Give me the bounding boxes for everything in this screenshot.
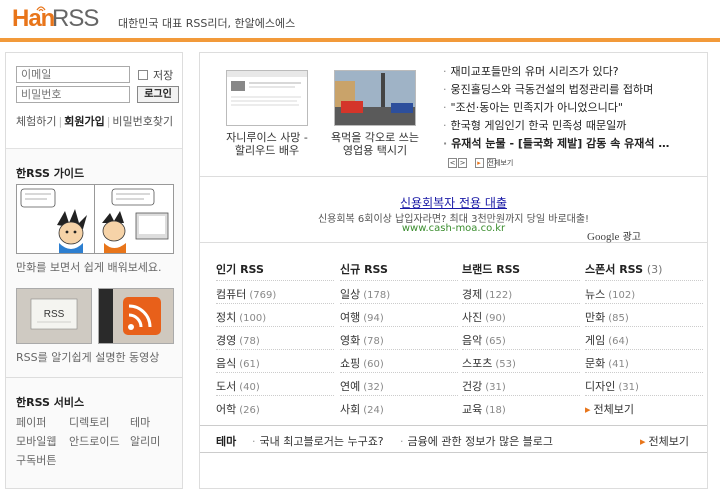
guide-title: 한RSS 가이드 [16, 167, 85, 180]
theme-label: 테마 [216, 435, 237, 448]
news-pager: < > ▸ 전체보기 [448, 155, 513, 168]
find-password-link[interactable]: 비밀번호찾기 [112, 115, 173, 128]
logo-han: Han [12, 5, 55, 32]
featured-thumb-2[interactable] [334, 70, 416, 126]
category-row[interactable]: 영화 (78) [340, 326, 458, 349]
category-row[interactable]: 문화 (41) [585, 349, 703, 372]
category-row[interactable]: 스포츠 (53) [462, 349, 580, 372]
service-subscribe-button[interactable]: 구독버튼 [16, 452, 56, 468]
category-row[interactable]: 뉴스 (102) [585, 280, 703, 303]
category-row[interactable]: 디자인 (31) [585, 372, 703, 395]
category-row[interactable]: 게임 (64) [585, 326, 703, 349]
column-title-sponsor[interactable]: 스폰서 RSS (3) [585, 261, 662, 277]
category-row[interactable]: 도서 (40) [216, 372, 334, 395]
main-content: 자니루이스 사망 - 할리우드 배우 욕먹을 각오로 쓰는 영업용 택시기 · 재… [199, 52, 708, 489]
guide-comic[interactable] [16, 184, 174, 254]
column-title-popular[interactable]: 인기 RSS [216, 261, 264, 277]
video-caption[interactable]: RSS를 알기쉽게 설명한 동영상 [16, 349, 159, 365]
category-row[interactable]: 사회 (24) [340, 395, 458, 418]
theme-item[interactable]: · 금융에 관한 정보가 많은 블로그 [400, 433, 553, 449]
login-box: 저장 로그인 체험하기|회원가입|비밀번호찾기 [6, 53, 182, 149]
news-item[interactable]: · 웅진홀딩스와 극동건설의 법정관리를 접하며 [443, 81, 653, 97]
pager-next-button[interactable]: > [458, 158, 467, 168]
article-screenshot-image [227, 71, 307, 125]
comic-panel-1 [17, 185, 95, 253]
remember-label: 저장 [153, 69, 174, 82]
trial-link[interactable]: 체험하기 [16, 115, 56, 128]
category-row[interactable]: 여행 (94) [340, 303, 458, 326]
rss-sign-image: RSS [17, 289, 91, 343]
svg-text:RSS: RSS [44, 309, 65, 320]
category-row[interactable]: 일상 (178) [340, 280, 458, 303]
sponsored-ad[interactable]: 신용회복자 전용 대출 신용회복 6회이상 납입자라면? 최대 3천만원까지 당… [200, 176, 707, 243]
pager-prev-button[interactable]: < [448, 158, 457, 168]
news-item[interactable]: · 한국형 게임인기 한국 민족성 때문일까 [443, 117, 626, 133]
logo-rss: RSS [52, 5, 99, 32]
services-title: 한RSS 서비스 [16, 396, 85, 409]
category-more-link[interactable]: ▸ 전체보기 [585, 395, 703, 418]
street-photo-image [335, 71, 415, 125]
header-accent-bar [0, 38, 720, 42]
ad-title[interactable]: 신용회복자 전용 대출 [200, 194, 707, 211]
chevron-right-icon: ▸ [474, 158, 484, 168]
category-row[interactable]: 경제 (122) [462, 280, 580, 303]
category-row[interactable]: 만화 (85) [585, 303, 703, 326]
password-field[interactable] [16, 86, 130, 103]
column-title-brand[interactable]: 브랜드 RSS [462, 261, 520, 277]
google-ad-mark: Google 광고 [587, 231, 641, 243]
video-thumb-2[interactable] [98, 288, 174, 344]
comic-character-icon [20, 188, 87, 253]
featured-caption-1[interactable]: 자니루이스 사망 - 할리우드 배우 [222, 131, 312, 157]
featured-caption-2[interactable]: 욕먹을 각오로 쓰는 영업용 택시기 [330, 131, 420, 157]
news-more-link[interactable]: ▸ 전체보기 [474, 155, 513, 168]
rss-wave-icon [36, 6, 46, 12]
theme-bar: 테마 · 국내 최고블로거는 누구죠? · 금융에 관한 정보가 많은 블로그 ▸ 전… [200, 425, 707, 453]
email-field[interactable] [16, 66, 130, 83]
category-row[interactable]: 교육 (18) [462, 395, 580, 418]
category-row[interactable]: 사진 (90) [462, 303, 580, 326]
category-row[interactable]: 건강 (31) [462, 372, 580, 395]
service-directory[interactable]: 디렉토리 [69, 414, 109, 430]
theme-item[interactable]: · 국내 최고블로거는 누구죠? [252, 433, 384, 449]
remember-checkbox[interactable] [138, 70, 148, 80]
header: Han RSS 대한민국 대표 RSS리더, 한알에스에스 [0, 0, 720, 44]
news-item[interactable]: · 유재석 눈물 - [들국화 제발] 감동 속 유재석 … [443, 135, 669, 151]
comic-caption[interactable]: 만화를 보면서 쉽게 배워보세요. [16, 259, 162, 275]
video-thumb-1[interactable]: RSS [16, 288, 92, 344]
divider [6, 377, 182, 378]
login-button[interactable]: 로그인 [137, 86, 179, 103]
comic-computer-icon [102, 188, 169, 253]
category-row[interactable]: 정치 (100) [216, 303, 334, 326]
comic-panel-2 [96, 185, 173, 253]
tagline: 대한민국 대표 RSS리더, 한알에스에스 [118, 17, 296, 30]
service-android[interactable]: 안드로이드 [69, 433, 120, 449]
rss-feed-icon [99, 289, 173, 343]
category-row[interactable]: 음식 (61) [216, 349, 334, 372]
service-paper[interactable]: 페이퍼 [16, 414, 46, 430]
news-item[interactable]: · "조선·동아는 민족지가 아니었으니다" [443, 99, 623, 115]
service-mobile[interactable]: 모바일웹 [16, 433, 56, 449]
category-row[interactable]: 쇼핑 (60) [340, 349, 458, 372]
category-row[interactable]: 경영 (78) [216, 326, 334, 349]
service-theme[interactable]: 테마 [130, 414, 150, 430]
category-row[interactable]: 음악 (65) [462, 326, 580, 349]
chevron-right-icon: ▸ [585, 403, 591, 416]
service-notifier[interactable]: 알리미 [130, 433, 160, 449]
column-title-new[interactable]: 신규 RSS [340, 261, 388, 277]
category-row[interactable]: 어학 (26) [216, 395, 334, 418]
signup-link[interactable]: 회원가입 [64, 115, 104, 128]
news-item[interactable]: · 재미교포들만의 유머 시리즈가 있다? [443, 63, 619, 79]
category-row[interactable]: 컴퓨터 (769) [216, 280, 334, 303]
chevron-right-icon: ▸ [640, 435, 646, 448]
left-sidebar: 저장 로그인 체험하기|회원가입|비밀번호찾기 한RSS 가이드 [5, 52, 183, 489]
category-row[interactable]: 연예 (32) [340, 372, 458, 395]
featured-thumb-1[interactable] [226, 70, 308, 126]
theme-more-link[interactable]: ▸ 전체보기 [640, 433, 689, 449]
login-links: 체험하기 | 회원가입 | 비밀번호찾기 [16, 115, 174, 128]
